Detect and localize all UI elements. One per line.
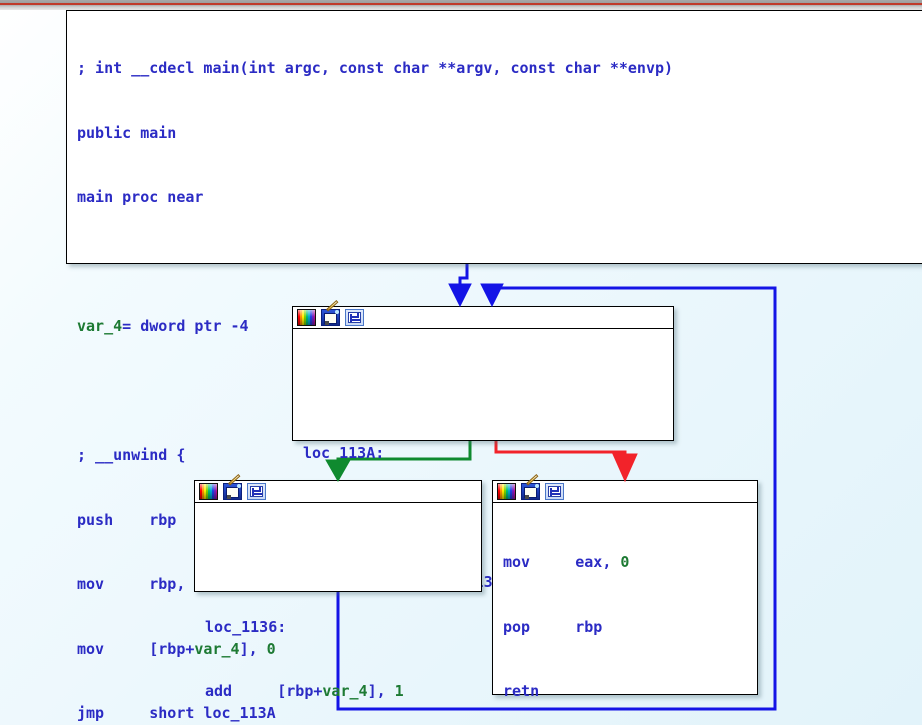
node-toolbar[interactable] xyxy=(195,474,481,503)
code-token: = dword ptr -4 xyxy=(122,317,249,335)
graph-layout-icon[interactable] xyxy=(345,309,364,326)
graph-layout-icon[interactable] xyxy=(545,483,564,500)
code-token: pop rbp xyxy=(503,617,603,636)
color-palette-icon[interactable] xyxy=(497,483,516,500)
code-token: var_4 xyxy=(322,682,368,700)
code-token: push rbp xyxy=(77,510,177,529)
code-token: var_4 xyxy=(77,317,123,335)
color-palette-icon[interactable] xyxy=(199,483,218,500)
basic-block-loc-1136[interactable]: loc_1136: add [rbp+var_4], 1 xyxy=(194,474,482,700)
graph-layout-icon[interactable] xyxy=(247,483,266,500)
basic-block-loc-1136-code: loc_1136: add [rbp+var_4], 1 xyxy=(195,503,481,725)
code-token: 0 xyxy=(620,553,630,571)
edit-node-icon[interactable] xyxy=(521,474,540,500)
code-token: loc_1136: xyxy=(205,617,287,636)
code-token: add [rbp+ xyxy=(205,682,323,700)
node-toolbar[interactable] xyxy=(293,300,673,329)
code-token: ; int __cdecl main(int argc, const char … xyxy=(77,59,674,77)
basic-block-epilogue-code: mov eax, 0 pop rbp retn ; } // starts at… xyxy=(493,503,757,725)
code-token: ], xyxy=(367,682,395,700)
basic-block-epilogue[interactable]: mov eax, 0 pop rbp retn ; } // starts at… xyxy=(492,474,758,700)
code-token: 1 xyxy=(394,682,404,700)
edit-node-icon[interactable] xyxy=(321,300,340,326)
code-token: mov eax, xyxy=(503,553,621,571)
code-token: mov [rbp+ xyxy=(77,639,195,658)
color-palette-icon[interactable] xyxy=(297,309,316,326)
code-token: public main xyxy=(77,123,177,142)
code-token: ; __unwind { xyxy=(77,446,186,464)
basic-block-loc-113a[interactable]: loc_113A: cmp [rbp+var_4], 63h ; 'c' jle… xyxy=(292,300,674,591)
code-token: loc_113A: xyxy=(303,443,385,462)
graph-view-canvas[interactable]: ; int __cdecl main(int argc, const char … xyxy=(0,0,922,725)
code-token: retn xyxy=(503,682,540,700)
basic-block-entry[interactable]: ; int __cdecl main(int argc, const char … xyxy=(66,10,922,722)
code-token: main proc near xyxy=(77,188,204,206)
edit-node-icon[interactable] xyxy=(223,474,242,500)
node-toolbar[interactable] xyxy=(493,474,757,503)
